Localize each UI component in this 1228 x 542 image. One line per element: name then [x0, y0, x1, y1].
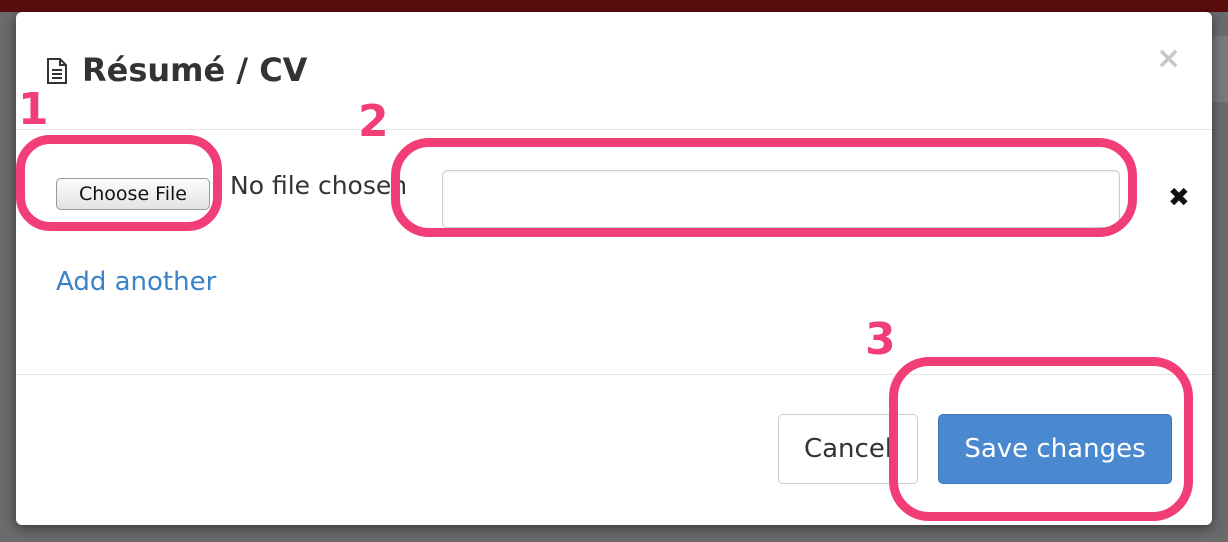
- background-topbar: [0, 0, 1228, 12]
- file-status-text: No file chosen: [230, 171, 408, 200]
- step-number-3: 3: [865, 314, 896, 365]
- dialog-title: Résumé / CV: [82, 51, 308, 89]
- document-icon: [47, 58, 67, 84]
- close-icon[interactable]: ×: [1156, 44, 1181, 74]
- remove-file-icon[interactable]: ✖: [1168, 185, 1190, 211]
- choose-file-button[interactable]: Choose File: [56, 178, 210, 210]
- step-number-1: 1: [18, 84, 49, 135]
- cancel-button[interactable]: Cancel: [778, 414, 918, 484]
- background-scrollbar: [1212, 36, 1228, 102]
- save-changes-button[interactable]: Save changes: [938, 414, 1172, 484]
- file-description-input[interactable]: [442, 170, 1120, 228]
- resume-dialog: Résumé / CV × Choose File No file chosen…: [16, 12, 1212, 525]
- add-another-link[interactable]: Add another: [56, 265, 216, 299]
- step-number-2: 2: [358, 96, 389, 147]
- dialog-header: Résumé / CV ×: [16, 12, 1212, 130]
